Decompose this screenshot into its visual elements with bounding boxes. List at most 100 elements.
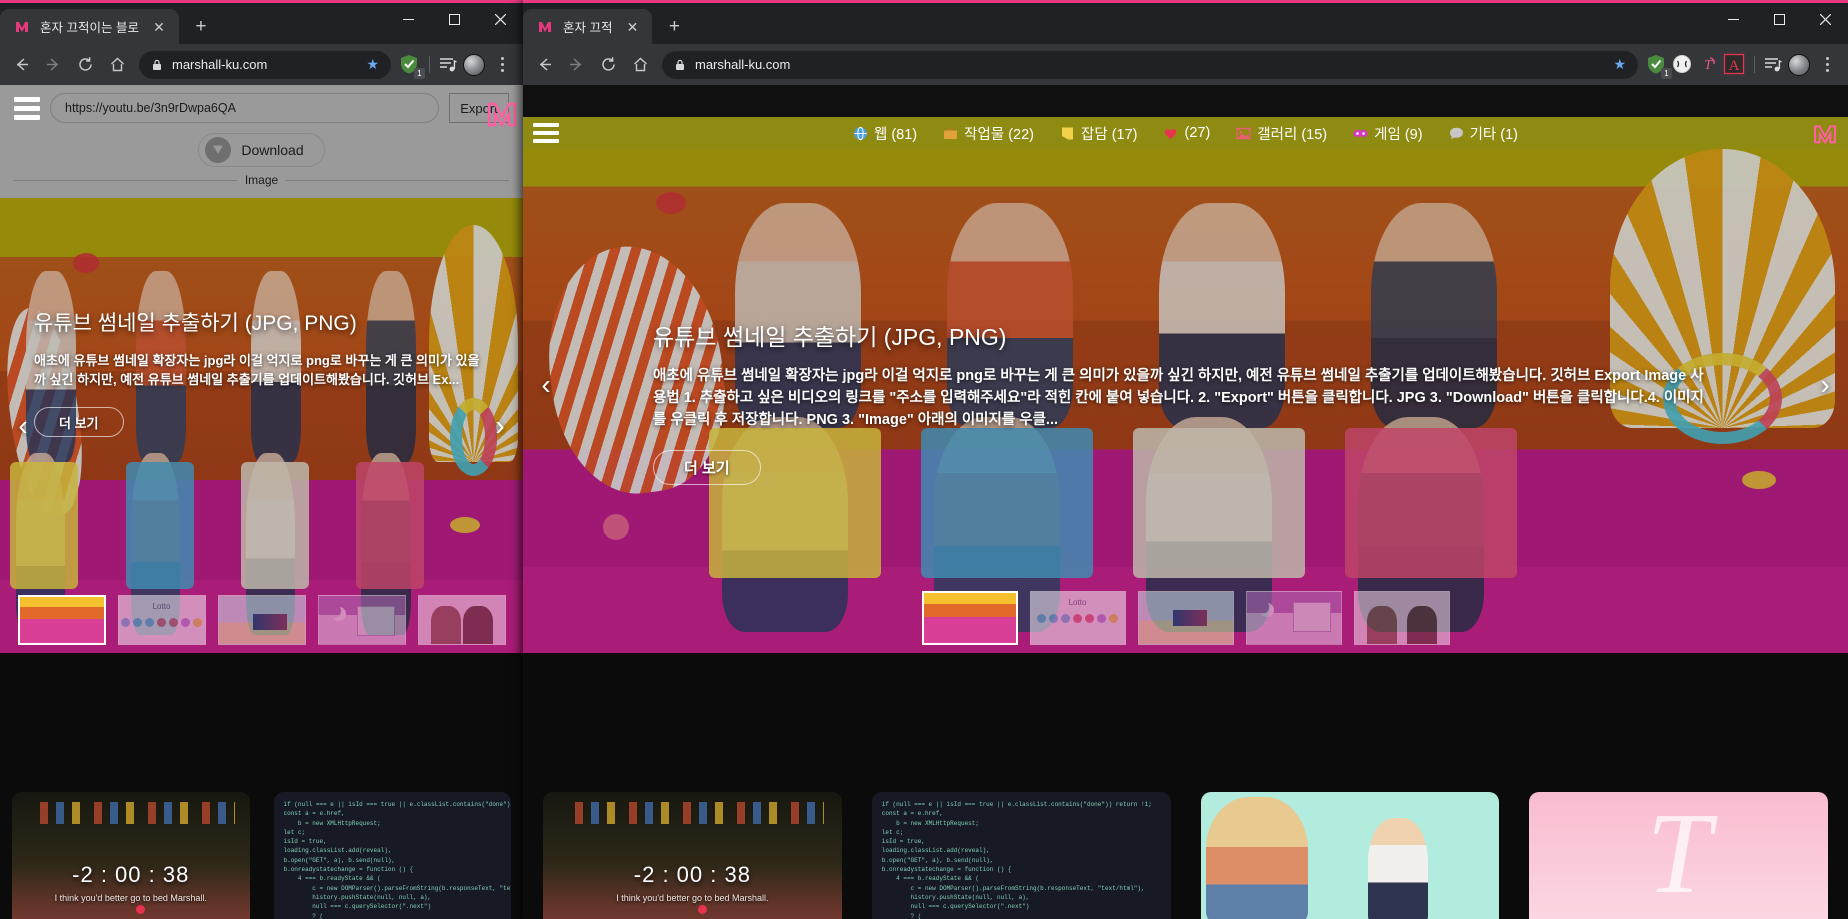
hero-post-excerpt: 애초에 유튜브 썸네일 확장자는 jpg라 이걸 억지로 png로 바꾸는 게 …: [34, 352, 480, 387]
category-label: 게임 (9): [1374, 126, 1423, 143]
category-chat[interactable]: 잡담 (17): [1060, 123, 1137, 144]
garland-decoration: [26, 802, 236, 824]
code-snippet-text: if (null === e || isId === true || e.cla…: [283, 801, 512, 919]
svg-text:A: A: [1729, 58, 1740, 74]
carousel-thumbnail-strip: Lotto: [523, 591, 1848, 645]
playlist-extension-icon[interactable]: [437, 53, 461, 77]
hamburger-menu-icon[interactable]: [14, 96, 40, 120]
cookie-extension-icon[interactable]: [1671, 53, 1695, 77]
read-more-button[interactable]: 더 보기: [34, 407, 124, 438]
post-card-mint[interactable]: [1200, 792, 1500, 919]
tab-close-button-right[interactable]: ✕: [622, 17, 642, 37]
forward-icon[interactable]: [561, 50, 591, 80]
countdown-timer-text: -2 : 00 : 38: [72, 862, 190, 888]
new-tab-button-right[interactable]: +: [660, 12, 688, 40]
toolbar-left: marshall-ku.com ★ 1: [0, 44, 523, 85]
carousel-thumb-beach[interactable]: [17, 595, 106, 645]
tab-close-button-left[interactable]: ✕: [149, 17, 169, 37]
hero-post-title[interactable]: 유튜브 썸네일 추출하기 (JPG, PNG): [653, 322, 1708, 352]
carousel-prev-button[interactable]: ‹: [8, 411, 38, 440]
category-gallery[interactable]: 갤러리 (15): [1236, 123, 1327, 144]
chrome-menu-kebab-icon[interactable]: [1812, 50, 1842, 80]
post-grid-right: -2 : 00 : 38 I think you'd better go to …: [523, 653, 1848, 919]
playlist-extension-icon[interactable]: [1762, 53, 1786, 77]
tab-blog-left[interactable]: 혼자 끄적이는 블로 ✕: [0, 9, 179, 44]
adblock-badge-count: 1: [414, 67, 425, 79]
carousel-next-button[interactable]: ›: [1810, 371, 1840, 399]
chrome-menu-kebab-icon[interactable]: [487, 50, 517, 80]
post-card-code[interactable]: if (null === e || isId === true || e.cla…: [871, 792, 1171, 919]
carousel-thumb-mv[interactable]: [1137, 591, 1234, 645]
post-card-code[interactable]: if (null === e || isId === true || e.cla…: [273, 792, 512, 919]
comment-icon: [1449, 126, 1464, 141]
toolbar-divider: [1754, 56, 1755, 73]
carousel-thumb-night[interactable]: [1245, 591, 1342, 645]
back-icon[interactable]: [529, 50, 559, 80]
read-more-button[interactable]: 더 보기: [653, 449, 761, 485]
post-card-countdown[interactable]: -2 : 00 : 38 I think you'd better go to …: [12, 792, 250, 919]
minimize-button-right[interactable]: [1710, 3, 1756, 36]
address-bar-right[interactable]: marshall-ku.com ★: [662, 50, 1638, 79]
dual-browser-screen: 혼자 끄적이는 블로 ✕ + marshall-ku.com ★ 1 https…: [0, 0, 1848, 919]
address-bar-url-left: marshall-ku.com: [172, 57, 268, 72]
carousel-thumb-night[interactable]: [317, 595, 406, 645]
maximize-button-left[interactable]: [431, 3, 477, 36]
bookmark-star-icon[interactable]: ★: [366, 56, 379, 73]
carousel-prev-button[interactable]: ‹: [531, 371, 561, 399]
address-bar-url-right: marshall-ku.com: [695, 57, 791, 72]
briefcase-icon: [943, 126, 958, 141]
carousel-thumb-duo[interactable]: [417, 595, 506, 645]
minimize-button-left[interactable]: [385, 3, 431, 36]
video-url-input[interactable]: [50, 93, 439, 123]
countdown-caption-text: I think you'd better go to bed Marshall.: [616, 893, 769, 904]
adblock-shield-extension-icon[interactable]: 1: [398, 53, 425, 79]
site-favicon-icon: [537, 19, 553, 35]
post-grid-left: -2 : 00 : 38 I think you'd better go to …: [0, 653, 523, 919]
download-button[interactable]: Download: [198, 133, 325, 167]
maximize-button-right[interactable]: [1756, 3, 1802, 36]
export-image-extension-panel: Export Download Image: [0, 85, 523, 198]
post-card-countdown[interactable]: -2 : 00 : 38 I think you'd better go to …: [543, 792, 842, 919]
category-etc[interactable]: 기타 (1): [1449, 123, 1518, 144]
category-works[interactable]: 작업물 (22): [943, 123, 1034, 144]
post-card-pink[interactable]: T: [1529, 792, 1828, 919]
hero-post-title[interactable]: 유튜브 썸네일 추출하기 (JPG, PNG): [34, 310, 489, 338]
close-button-left[interactable]: [477, 3, 523, 36]
new-tab-button-left[interactable]: +: [187, 12, 215, 40]
close-button-right[interactable]: [1802, 3, 1848, 36]
game-icon: [1353, 126, 1368, 141]
category-web[interactable]: 웹 (81): [853, 123, 917, 144]
download-label: Download: [241, 142, 304, 158]
home-icon[interactable]: [102, 50, 132, 80]
carousel-thumb-lotto[interactable]: Lotto: [1029, 591, 1126, 645]
home-icon[interactable]: [625, 50, 655, 80]
reload-icon[interactable]: [593, 50, 623, 80]
hamburger-menu-icon[interactable]: [533, 123, 559, 143]
carousel-thumb-duo[interactable]: [1353, 591, 1450, 645]
back-icon[interactable]: [6, 50, 36, 80]
category-heart[interactable]: (27): [1163, 125, 1210, 141]
category-game[interactable]: 게임 (9): [1353, 123, 1423, 144]
reload-icon[interactable]: [70, 50, 100, 80]
bookmark-star-icon[interactable]: ★: [1613, 56, 1626, 73]
record-dot-icon: [135, 905, 145, 914]
hero-content-left: 유튜브 썸네일 추출하기 (JPG, PNG) 애초에 유튜브 썸네일 확장자는…: [34, 310, 489, 438]
site-favicon-icon: [14, 19, 30, 35]
profile-avatar-icon[interactable]: [463, 53, 485, 76]
twitch-extension-icon[interactable]: T: [1697, 53, 1721, 77]
address-bar-left[interactable]: marshall-ku.com ★: [139, 50, 391, 79]
carousel-next-button[interactable]: ›: [485, 411, 515, 440]
extension-panel-row-download: Download: [14, 133, 509, 167]
window-controls-left: [385, 3, 523, 44]
adobe-acrobat-extension-icon[interactable]: A: [1723, 53, 1747, 77]
forward-icon[interactable]: [38, 50, 68, 80]
countdown-caption-text: I think you'd better go to bed Marshall.: [54, 893, 207, 904]
thumb-lotto-label: Lotto: [152, 602, 171, 611]
profile-avatar-icon[interactable]: [1788, 53, 1810, 76]
carousel-thumb-mv[interactable]: [217, 595, 306, 645]
adblock-shield-extension-icon[interactable]: 1: [1645, 53, 1672, 79]
tab-blog-right[interactable]: 혼자 끄적 ✕: [523, 9, 653, 44]
carousel-thumb-beach[interactable]: [921, 591, 1018, 645]
carousel-thumb-lotto[interactable]: Lotto: [117, 595, 206, 645]
site-logo-icon[interactable]: [1812, 121, 1838, 152]
